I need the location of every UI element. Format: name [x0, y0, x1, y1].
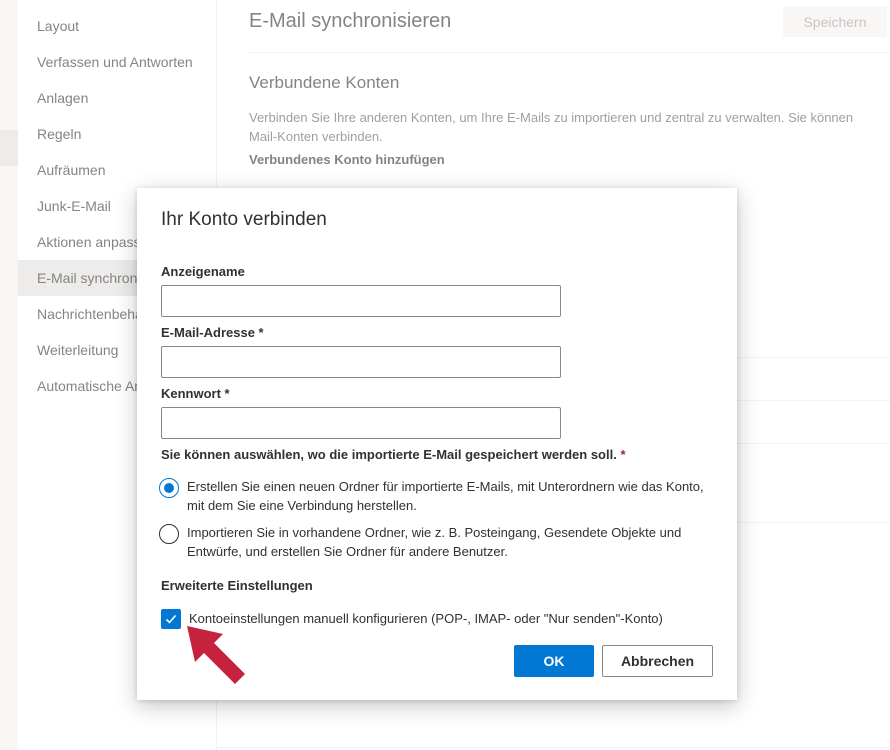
- storage-question-text: Sie können auswählen, wo die importierte…: [161, 447, 617, 462]
- dialog-title: Ihr Konto verbinden: [161, 209, 327, 230]
- manual-config-label[interactable]: Kontoeinstellungen manuell konfigurieren…: [189, 611, 663, 626]
- password-input[interactable]: [161, 407, 561, 439]
- radio-button-checked[interactable]: [159, 478, 179, 498]
- password-label: Kennwort *: [161, 386, 230, 401]
- advanced-settings-label: Erweiterte Einstellungen: [161, 578, 313, 593]
- manual-config-checkbox[interactable]: [161, 609, 181, 629]
- radio-option-new-folder-label: Erstellen Sie einen neuen Ordner für imp…: [187, 479, 704, 513]
- annotation-arrow-icon: [187, 626, 245, 684]
- storage-question: Sie können auswählen, wo die importierte…: [161, 447, 626, 462]
- ok-button[interactable]: OK: [514, 645, 594, 677]
- radio-button-unchecked[interactable]: [159, 524, 179, 544]
- email-label: E-Mail-Adresse *: [161, 325, 264, 340]
- cancel-button[interactable]: Abbrechen: [602, 645, 713, 677]
- required-mark: *: [620, 447, 626, 462]
- email-input[interactable]: [161, 346, 561, 378]
- display-name-label: Anzeigename: [161, 264, 245, 279]
- radio-option-existing-folders-label: Importieren Sie in vorhandene Ordner, wi…: [187, 525, 682, 559]
- display-name-input[interactable]: [161, 285, 561, 317]
- checkmark-icon: [165, 614, 177, 624]
